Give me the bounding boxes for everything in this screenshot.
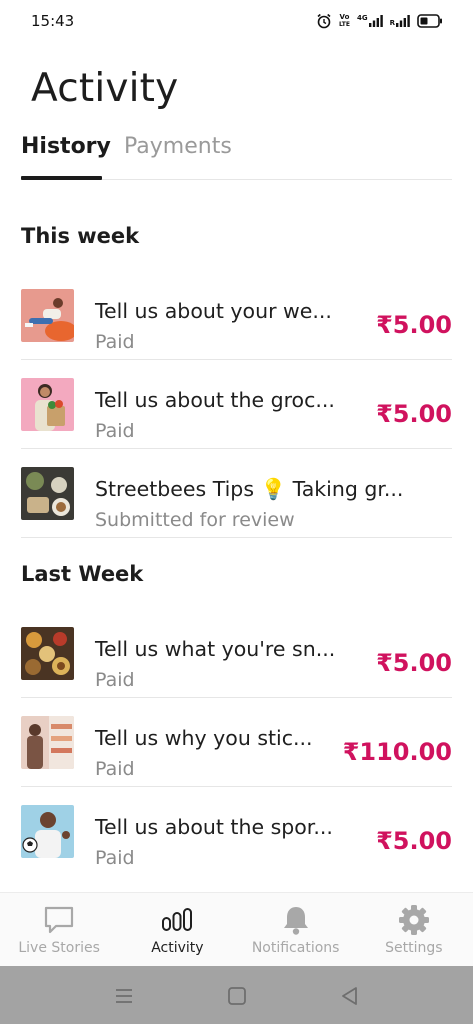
section-heading-this-week: This week (21, 224, 140, 248)
list-item-amount: ₹5.00 (376, 400, 452, 428)
list-item-amount: ₹5.00 (376, 649, 452, 677)
system-nav-bar (0, 966, 473, 1024)
tab-payments[interactable]: Payments (124, 134, 232, 159)
status-icons: Vo LTE 4G R (316, 13, 443, 29)
nav-activity[interactable]: Activity (118, 893, 236, 966)
list-item-title: Tell us about the groc... (95, 388, 335, 412)
volte-icon: Vo LTE (338, 13, 350, 29)
list-item-title: Tell us why you stic... (95, 726, 313, 750)
back-icon[interactable] (339, 985, 361, 1007)
section-heading-last-week: Last Week (21, 562, 144, 586)
list-item-title: Streetbees Tips 💡 Taking gr... (95, 477, 404, 501)
nav-label-notifications: Notifications (251, 940, 340, 956)
football-player-thumbnail (21, 805, 74, 858)
store-shelf-thumbnail (21, 716, 74, 769)
grocery-bag-thumbnail (21, 378, 74, 431)
list-item-title: Tell us about your we... (95, 299, 332, 323)
list-item-status: Paid (95, 847, 135, 869)
list-item-status: Paid (95, 331, 135, 353)
list-item[interactable]: Tell us about your we... Paid ₹5.00 (21, 271, 452, 360)
bell-icon (280, 904, 312, 936)
gear-icon (398, 904, 430, 936)
bar-chart-icon (161, 904, 193, 936)
list-item-status: Paid (95, 420, 135, 442)
nav-label-settings: Settings (385, 940, 443, 956)
list-item-status: Paid (95, 758, 135, 780)
bottom-nav: Live Stories Activity Notifications Sett… (0, 892, 473, 966)
volte-bottom-label: LTE (338, 21, 350, 28)
roaming-label: R (389, 19, 395, 27)
battery-icon (417, 14, 443, 28)
nav-label-activity: Activity (151, 940, 204, 956)
nav-notifications[interactable]: Notifications (237, 893, 355, 966)
tab-bar: History Payments (21, 130, 452, 180)
status-bar: 15:43 Vo LTE 4G R (0, 0, 473, 42)
status-time: 15:43 (31, 12, 75, 30)
list-item-status: Paid (95, 669, 135, 691)
snacks-thumbnail (21, 627, 74, 680)
list-item-amount: ₹5.00 (376, 311, 452, 339)
list-item[interactable]: Tell us what you're sn... Paid ₹5.00 (21, 609, 452, 698)
signal-4g-icon: 4G (357, 15, 383, 27)
food-photo-thumbnail (21, 467, 74, 520)
list-item[interactable]: Streetbees Tips 💡 Taking gr... Submitted… (21, 449, 452, 538)
list-item[interactable]: Tell us about the spor... Paid ₹5.00 (21, 787, 452, 876)
network-label: 4G (356, 14, 368, 22)
list-item[interactable]: Tell us about the groc... Paid ₹5.00 (21, 360, 452, 449)
home-icon[interactable] (226, 985, 248, 1007)
nav-label-live-stories: Live Stories (18, 940, 100, 956)
list-item-title: Tell us what you're sn... (95, 637, 336, 661)
person-on-orange-thumbnail (21, 289, 74, 342)
chat-bubble-icon (43, 904, 75, 936)
list-item[interactable]: Tell us why you stic... Paid ₹110.00 (21, 698, 452, 787)
nav-settings[interactable]: Settings (355, 893, 473, 966)
menu-icon[interactable] (113, 985, 135, 1007)
list-item-status: Submitted for review (95, 509, 295, 531)
nav-live-stories[interactable]: Live Stories (0, 893, 118, 966)
page-title: Activity (31, 66, 179, 111)
list-item-amount: ₹5.00 (376, 827, 452, 855)
volte-top-label: Vo (339, 13, 350, 21)
tab-history[interactable]: History (21, 134, 111, 159)
tab-active-indicator (21, 176, 102, 180)
list-item-title: Tell us about the spor... (95, 815, 333, 839)
alarm-icon (316, 13, 332, 29)
signal-r-icon: R (390, 15, 410, 27)
list-item-amount: ₹110.00 (342, 738, 452, 766)
